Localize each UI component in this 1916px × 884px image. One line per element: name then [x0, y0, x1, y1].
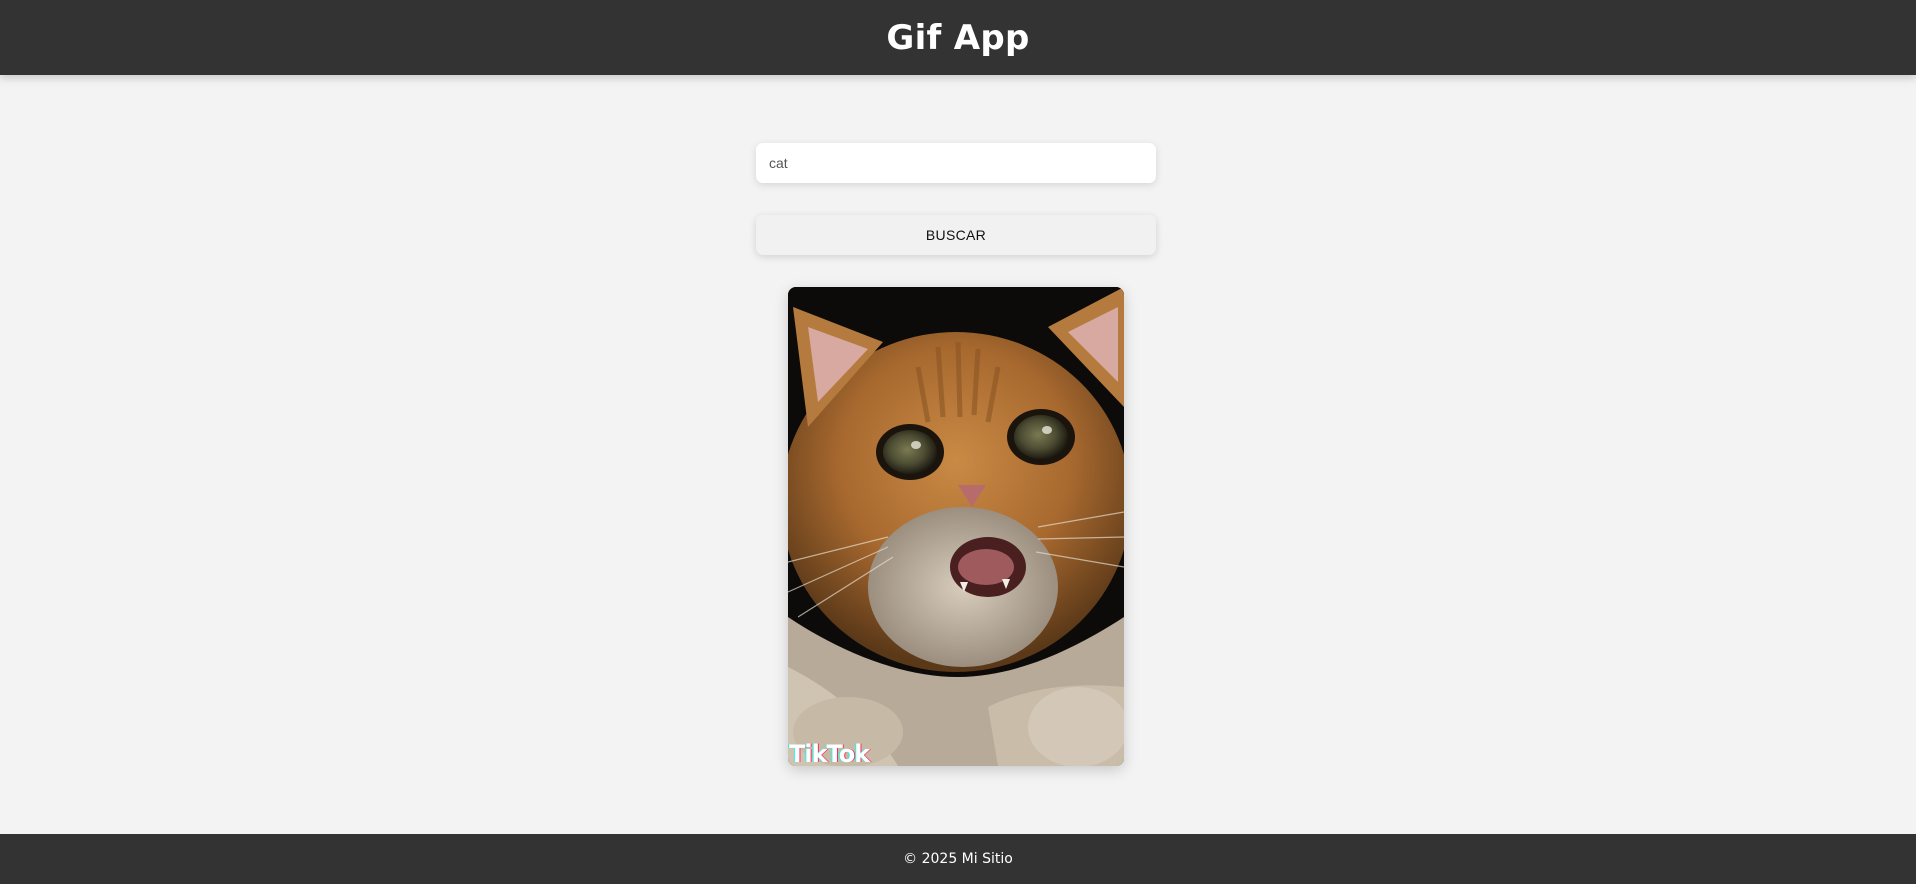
app-header: Gif App	[0, 0, 1916, 75]
search-button[interactable]: BUSCAR	[756, 215, 1156, 255]
app-footer: © 2025 Mi Sitio	[0, 834, 1916, 884]
footer-text: © 2025 Mi Sitio	[903, 851, 1013, 867]
gif-card: TikTok	[788, 287, 1124, 766]
tiktok-watermark: TikTok	[789, 740, 870, 766]
search-input[interactable]	[756, 143, 1156, 183]
app-title: Gif App	[886, 17, 1030, 58]
cat-gif-image	[788, 287, 1124, 766]
